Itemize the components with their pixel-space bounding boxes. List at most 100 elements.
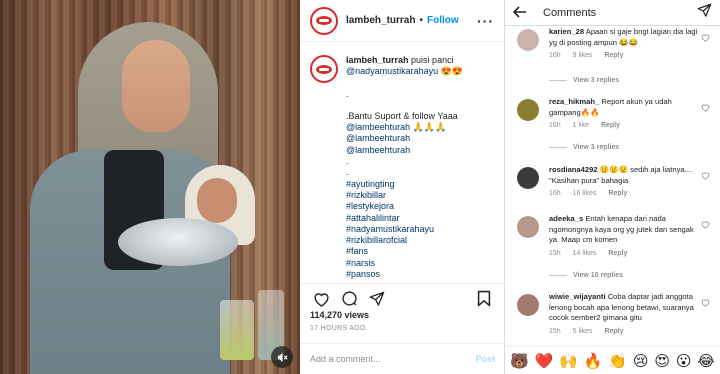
emoji-heart-eyes[interactable]: 😍 <box>654 352 670 370</box>
reply-button[interactable]: Reply <box>601 122 620 129</box>
caption-avatar[interactable] <box>310 55 338 83</box>
more-icon[interactable]: ··· <box>477 13 494 29</box>
hashtag[interactable]: #rizkibillar <box>346 190 463 201</box>
heart-icon[interactable] <box>701 103 710 112</box>
post-timestamp: 17 HOURS AGO <box>310 325 366 332</box>
caption-emoji: 😍😍 <box>440 66 464 77</box>
caption-mention[interactable]: @nadyamustikarahayu <box>346 66 438 76</box>
comment-item: reza_hikmah_ Report akun ya udah gampang… <box>505 97 720 132</box>
hashtag[interactable]: #lestykejora <box>346 201 463 212</box>
mute-icon[interactable] <box>271 346 293 368</box>
emoji-clap[interactable]: 👏 <box>608 352 627 370</box>
comment-item: rosdiana4292 😟😟😟 sedih aja liatnya.... "… <box>505 165 720 200</box>
view-count[interactable]: 114,270 views <box>310 310 369 320</box>
hashtag[interactable]: #narsis <box>346 258 463 269</box>
avatar[interactable] <box>517 216 539 238</box>
caption-mention-3[interactable]: @lambeehturah <box>346 145 463 156</box>
caption-text: lambeh_turrah puisi panci @nadyamustikar… <box>346 55 463 283</box>
comment-username[interactable]: karien_28 <box>549 27 584 36</box>
avatar[interactable] <box>517 294 539 316</box>
post-header: lambeh_turrah • Follow ··· <box>300 0 504 42</box>
emoji-bear[interactable]: 🐻 <box>510 352 529 370</box>
comment-likes[interactable]: 1 like <box>573 122 589 129</box>
avatar[interactable] <box>517 29 539 51</box>
hashtag[interactable]: #nadyamustikarahayu <box>346 224 463 235</box>
caption-support-line: .Bantu Suport & follow Yaaa <box>346 110 458 121</box>
comment-time: 15h <box>549 327 561 335</box>
comment-time: 16h <box>549 52 561 59</box>
post-username[interactable]: lambeh_turrah <box>346 15 415 26</box>
emoji-heart[interactable]: ❤️ <box>535 352 554 370</box>
heart-icon[interactable] <box>701 171 710 180</box>
caption-dot: . <box>346 88 349 99</box>
heart-icon[interactable] <box>701 298 710 307</box>
caption-username[interactable]: lambeh_turrah <box>346 55 409 65</box>
heart-icon[interactable] <box>701 220 710 229</box>
view-replies-button[interactable]: View 3 replies <box>549 77 619 84</box>
view-replies-button[interactable]: View 3 replies <box>549 144 619 151</box>
comment-item: karien_28 Apaan si gaje bngt lagian dia … <box>505 27 720 62</box>
video-background-girl-face <box>197 178 237 223</box>
caption-mention-2[interactable]: @lambeehturah <box>346 133 463 144</box>
avatar[interactable] <box>517 99 539 121</box>
share-icon[interactable] <box>366 288 388 310</box>
caption-title: puisi panci <box>411 55 454 65</box>
heart-icon[interactable] <box>701 33 710 42</box>
add-comment-bar: Post <box>300 343 505 374</box>
paper-plane-icon[interactable] <box>697 3 712 23</box>
hashtag[interactable]: #pansos <box>346 269 463 280</box>
view-replies-button[interactable]: View 10 replies <box>549 272 623 279</box>
comment-username[interactable]: rosdiana4292 <box>549 165 598 174</box>
comments-title: Comments <box>543 6 597 19</box>
hashtag[interactable]: #rizkibillarofcial <box>346 235 463 246</box>
reply-button[interactable]: Reply <box>608 190 627 197</box>
video-person-face <box>122 40 190 132</box>
post-actions <box>300 283 505 313</box>
bookmark-icon[interactable] <box>473 288 495 310</box>
hashtag[interactable]: #ayutingting <box>346 179 463 190</box>
video-metal-basin <box>118 218 238 266</box>
comment-time: 16h <box>549 122 561 129</box>
separator-dot: • <box>419 15 423 26</box>
comment-item: wiwie_wijayanti Coba daptar jadi anggota… <box>505 292 720 337</box>
emoji-raised-hands[interactable]: 🙌 <box>559 352 578 370</box>
comment-likes[interactable]: 14 likes <box>573 250 597 257</box>
comment-likes[interactable]: 5 likes <box>573 328 593 335</box>
post-comment-button[interactable]: Post <box>475 354 495 364</box>
post-panel: lambeh_turrah • Follow ··· lambeh_turrah… <box>300 0 505 374</box>
emoji-fire[interactable]: 🔥 <box>584 352 603 370</box>
emoji-surprised[interactable]: 😮 <box>676 352 692 370</box>
hashtag[interactable]: #fans <box>346 246 463 257</box>
heart-icon[interactable] <box>310 288 332 310</box>
caption-area: lambeh_turrah puisi panci @nadyamustikar… <box>300 43 505 283</box>
comment-input[interactable] <box>310 354 476 364</box>
avatar[interactable] <box>517 167 539 189</box>
avatar[interactable] <box>310 6 338 35</box>
comment-icon[interactable] <box>338 288 360 310</box>
follow-button[interactable]: Follow <box>427 15 459 26</box>
comment-username[interactable]: wiwie_wijayanti <box>549 292 606 301</box>
video-drink-glass <box>220 300 254 360</box>
caption-dot-2: . <box>346 156 349 167</box>
comment-username[interactable]: adeeka_s <box>549 214 583 223</box>
comment-likes[interactable]: 9 likes <box>573 52 593 59</box>
comment-list: karien_28 Apaan si gaje bngt lagian dia … <box>505 27 720 345</box>
emoji-laughing[interactable]: 😂 <box>697 352 715 370</box>
reply-button[interactable]: Reply <box>604 328 623 335</box>
comment-time: 16h <box>549 190 561 197</box>
reply-button[interactable]: Reply <box>604 52 623 59</box>
back-arrow-icon[interactable] <box>512 5 535 21</box>
comment-time: 15h <box>549 249 561 257</box>
reply-button[interactable]: Reply <box>608 250 627 257</box>
comments-header: Comments <box>505 0 720 26</box>
post-video[interactable] <box>0 0 300 374</box>
caption-dot-3: . <box>346 167 349 178</box>
emoji-quick-bar: 🐻 ❤️ 🙌 🔥 👏 😢 😍 😮 😂 <box>505 346 720 374</box>
comment-username[interactable]: reza_hikmah_ <box>549 97 599 106</box>
comments-panel: Comments karien_28 Apaan si gaje bngt la… <box>505 0 720 374</box>
caption-mention-1[interactable]: @lambeehturah 🙏🙏🙏 <box>346 122 463 133</box>
comment-likes[interactable]: 16 likes <box>573 190 597 197</box>
emoji-sad[interactable]: 😢 <box>633 352 649 370</box>
hashtag[interactable]: #attahalilintar <box>346 213 463 224</box>
comment-item: adeeka_s Entah kenapa dari nada ngomongn… <box>505 214 720 259</box>
